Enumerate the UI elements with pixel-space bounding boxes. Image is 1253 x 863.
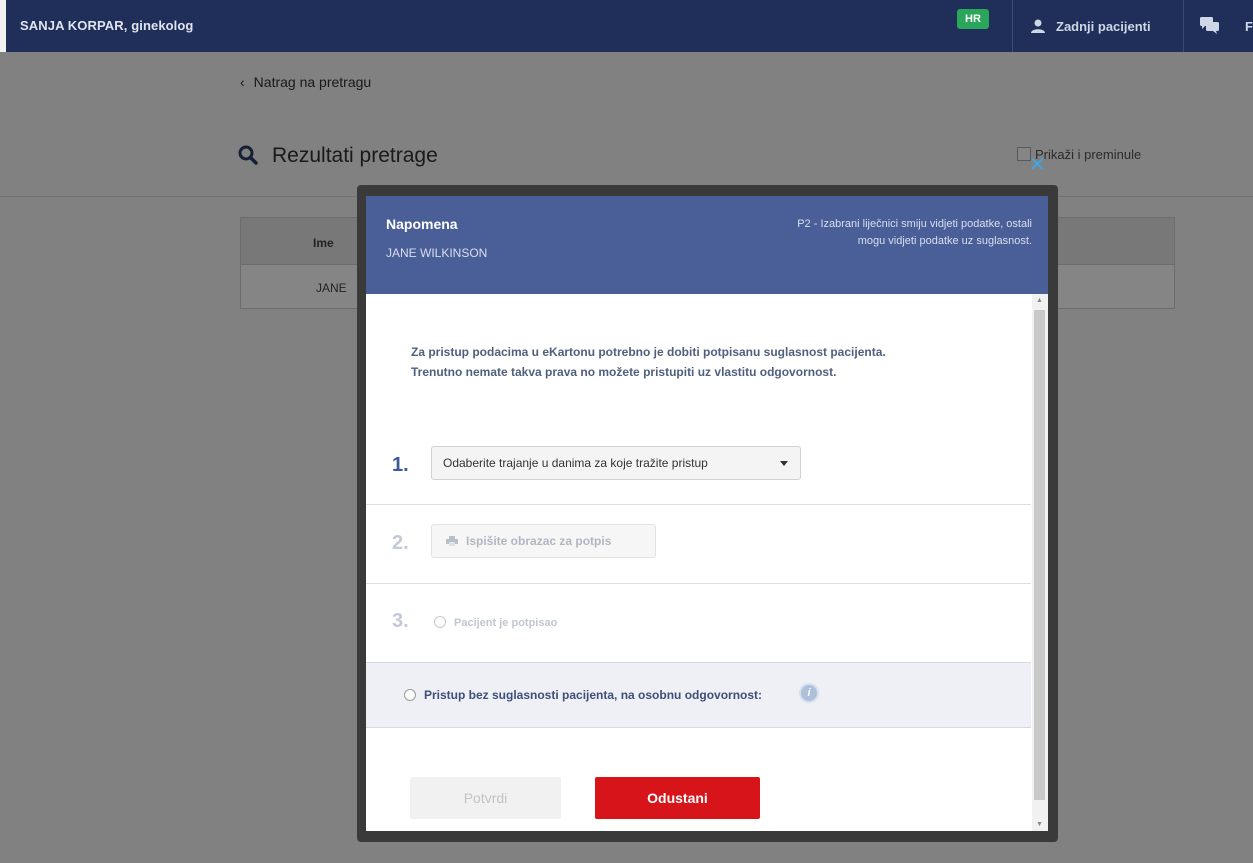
modal-scrollbar[interactable]: ▲ ▼: [1032, 294, 1048, 831]
user-icon: [1031, 19, 1045, 33]
info-icon[interactable]: i: [801, 685, 817, 701]
duration-select[interactable]: Odaberite trajanje u danima za koje traž…: [431, 446, 801, 480]
duration-select-value: Odaberite trajanje u danima za koje traž…: [443, 456, 708, 470]
patient-signed-option[interactable]: Pacijent je potpisao: [434, 616, 557, 629]
consent-modal: Napomena JANE WILKINSON P2 - Izabrani li…: [366, 196, 1048, 831]
consent-info-text: Za pristup podacima u eKartonu potrebno …: [411, 342, 991, 382]
scroll-up-icon[interactable]: ▲: [1036, 297, 1043, 304]
doctor-name: SANJA KORPAR, ginekolog: [20, 18, 194, 33]
step-1-number: 1.: [392, 454, 409, 476]
topbar-divider: [1012, 0, 1013, 52]
chat-icon[interactable]: [1200, 17, 1220, 35]
recent-patients-link[interactable]: Zadnji pacijenti: [1030, 19, 1151, 34]
row-divider: [366, 583, 1031, 584]
topbar-divider: [1183, 0, 1184, 52]
recent-patients-label: Zadnji pacijenti: [1056, 19, 1151, 34]
no-consent-label: Pristup bez suglasnosti pacijenta, na os…: [424, 688, 763, 702]
no-consent-row: Pristup bez suglasnosti pacijenta, na os…: [366, 662, 1031, 728]
scrollbar-thumb[interactable]: [1034, 310, 1045, 800]
modal-title: Napomena: [386, 216, 458, 232]
print-form-button[interactable]: Ispišite obrazac za potpis: [431, 524, 656, 558]
modal-access-note: P2 - Izabrani liječnici smiju vidjeti po…: [797, 218, 1032, 247]
caret-down-icon: [780, 461, 788, 466]
modal-body: Za pristup podacima u eKartonu potrebno …: [366, 294, 1031, 831]
scroll-down-icon[interactable]: ▼: [1036, 821, 1043, 828]
language-badge[interactable]: HR: [957, 9, 989, 29]
patient-signed-label: Pacijent je potpisao: [454, 617, 558, 629]
print-icon: [446, 536, 458, 546]
info-line-2: Trenutno nemate takva prava no možete pr…: [411, 365, 837, 379]
patient-signed-radio[interactable]: [434, 616, 446, 628]
topbar-overflow-label[interactable]: F: [1245, 19, 1253, 34]
step-3-number: 3.: [392, 610, 409, 632]
row-divider: [366, 504, 1031, 505]
print-form-label: Ispišite obrazac za potpis: [466, 534, 612, 548]
left-edge: [0, 0, 6, 52]
step-2-number: 2.: [392, 532, 409, 554]
modal-header: Napomena JANE WILKINSON P2 - Izabrani li…: [366, 196, 1048, 294]
info-line-1: Za pristup podacima u eKartonu potrebno …: [411, 345, 886, 359]
no-consent-radio[interactable]: [404, 689, 416, 701]
modal-patient-name: JANE WILKINSON: [386, 246, 488, 260]
confirm-button[interactable]: Potvrdi: [410, 777, 561, 819]
no-consent-option[interactable]: Pristup bez suglasnosti pacijenta, na os…: [404, 688, 762, 702]
cancel-button[interactable]: Odustani: [595, 777, 760, 819]
top-bar: SANJA KORPAR, ginekolog HR Zadnji pacije…: [0, 0, 1253, 52]
close-icon[interactable]: ✕: [1029, 155, 1046, 175]
